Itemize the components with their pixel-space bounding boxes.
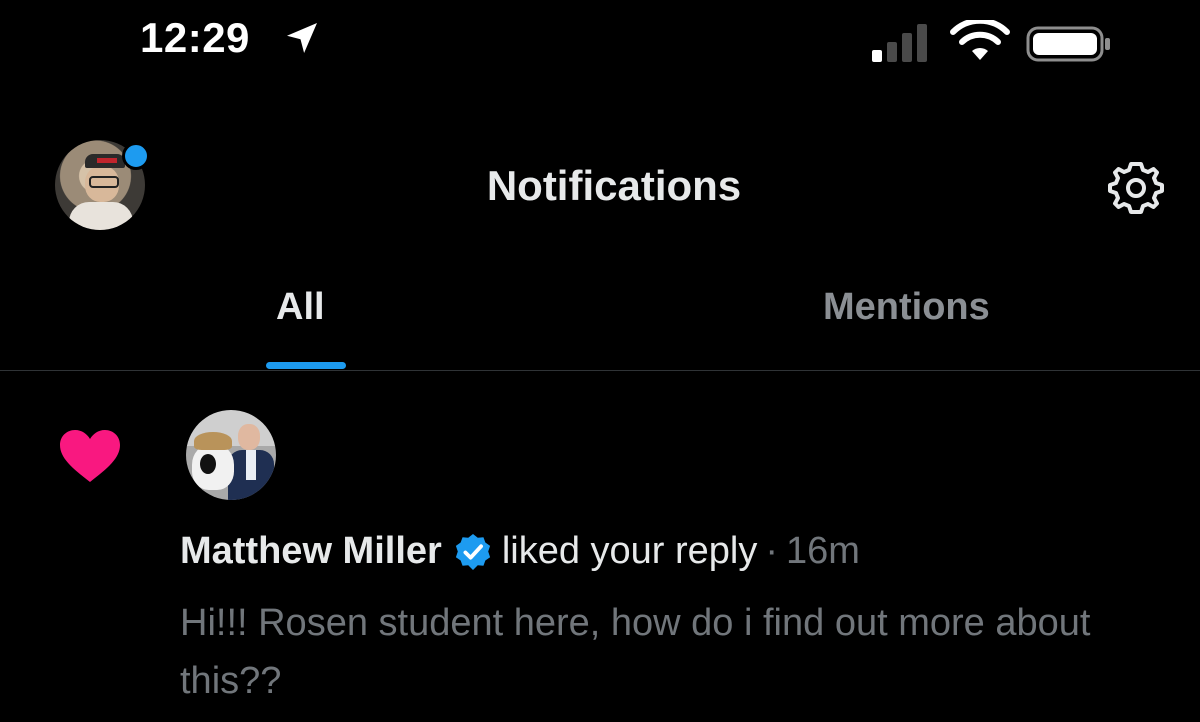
page-title: Notifications (486, 162, 742, 209)
battery-icon (1026, 26, 1110, 62)
gear-icon[interactable] (1106, 158, 1166, 218)
notification-action: liked your reply (501, 530, 758, 572)
tabs-divider (0, 370, 1200, 371)
heart-icon (60, 430, 120, 482)
status-clock: 12:29 (140, 14, 250, 61)
notification-time: 16m (786, 530, 860, 572)
wifi-icon (950, 20, 1010, 60)
notification-body: Hi!!! Rosen student here, how do i find … (180, 602, 1091, 702)
tab-mentions[interactable]: Mentions (823, 286, 990, 329)
location-arrow-icon (287, 23, 317, 53)
verified-badge-icon (455, 533, 490, 570)
separator-dot: · (765, 530, 779, 572)
tab-all[interactable]: All (276, 286, 325, 329)
cellular-signal-icon (872, 24, 927, 62)
user-name[interactable]: Matthew Miller (180, 530, 442, 573)
tab-selected-indicator (266, 362, 346, 369)
notification-headline: Matthew Miller liked your reply · 16m (180, 530, 860, 573)
user-avatar[interactable] (186, 410, 276, 500)
